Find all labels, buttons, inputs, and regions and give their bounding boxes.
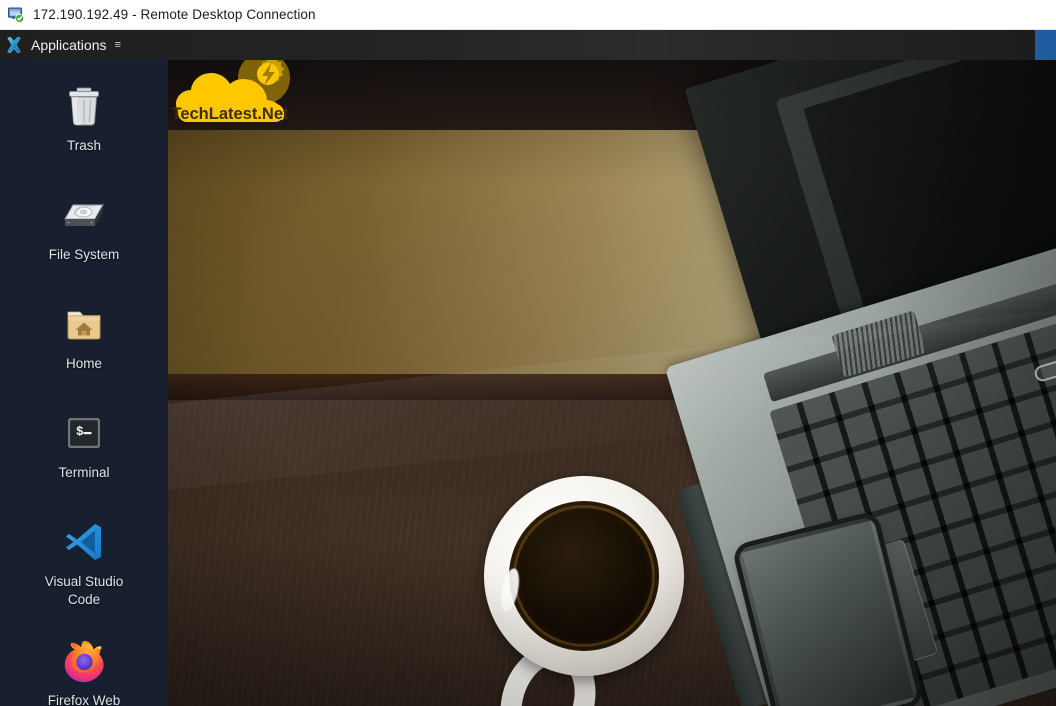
desktop-icon-home[interactable]: Home — [0, 300, 168, 373]
home-folder-icon — [60, 300, 108, 348]
desktop-root: TechLatest.Net Trash File System Home $ … — [0, 60, 1056, 706]
techlatest-brand-logo: TechLatest.Net — [171, 60, 338, 124]
rdp-title-bar: 172.190.192.49 - Remote Desktop Connecti… — [0, 0, 1056, 30]
techlatest-logo-text: TechLatest.Net — [172, 105, 289, 123]
desktop-icon-label: Trash — [66, 138, 101, 153]
desktop-icon-label: Visual Studio Code — [44, 574, 124, 607]
desktop-icon-label: Terminal — [58, 465, 110, 480]
firefox-icon — [60, 637, 108, 685]
menu-lines-icon: ≡ — [114, 38, 122, 51]
remote-desktop-icon — [7, 6, 25, 24]
desktop-icon-trash[interactable]: Trash — [0, 82, 168, 155]
window-title: 172.190.192.49 - Remote Desktop Connecti… — [33, 7, 316, 22]
panel-right-plugin-area[interactable] — [1035, 30, 1056, 60]
svg-text:$: $ — [76, 425, 84, 439]
desktop-icon-firefox[interactable]: Firefox Web — [0, 637, 168, 706]
wallpaper-vignette — [168, 60, 1056, 706]
xfce-top-panel: Applications ≡ — [0, 30, 1056, 60]
panel-background — [0, 30, 1056, 60]
desktop-icon-label: File System — [48, 247, 120, 262]
desktop-wallpaper — [168, 60, 1056, 706]
trash-icon — [60, 82, 108, 130]
desktop-icon-file-system[interactable]: File System — [0, 191, 168, 264]
desktop-icon-label: Home — [65, 356, 102, 371]
applications-label: Applications — [31, 37, 107, 53]
terminal-icon: $ — [60, 409, 108, 457]
desktop-icon-label: Firefox Web — [47, 693, 121, 706]
xfce-x-logo-icon — [4, 35, 24, 55]
vscode-icon — [60, 518, 108, 566]
desktop-icon-terminal[interactable]: $ Terminal — [0, 409, 168, 482]
hard-drive-icon — [60, 191, 108, 239]
desktop-icon-sidebar: Trash File System Home $ Terminal Visual… — [0, 60, 168, 706]
applications-menu-button[interactable]: Applications ≡ — [0, 30, 130, 60]
desktop-icon-visual-studio-code[interactable]: Visual Studio Code — [0, 518, 168, 609]
